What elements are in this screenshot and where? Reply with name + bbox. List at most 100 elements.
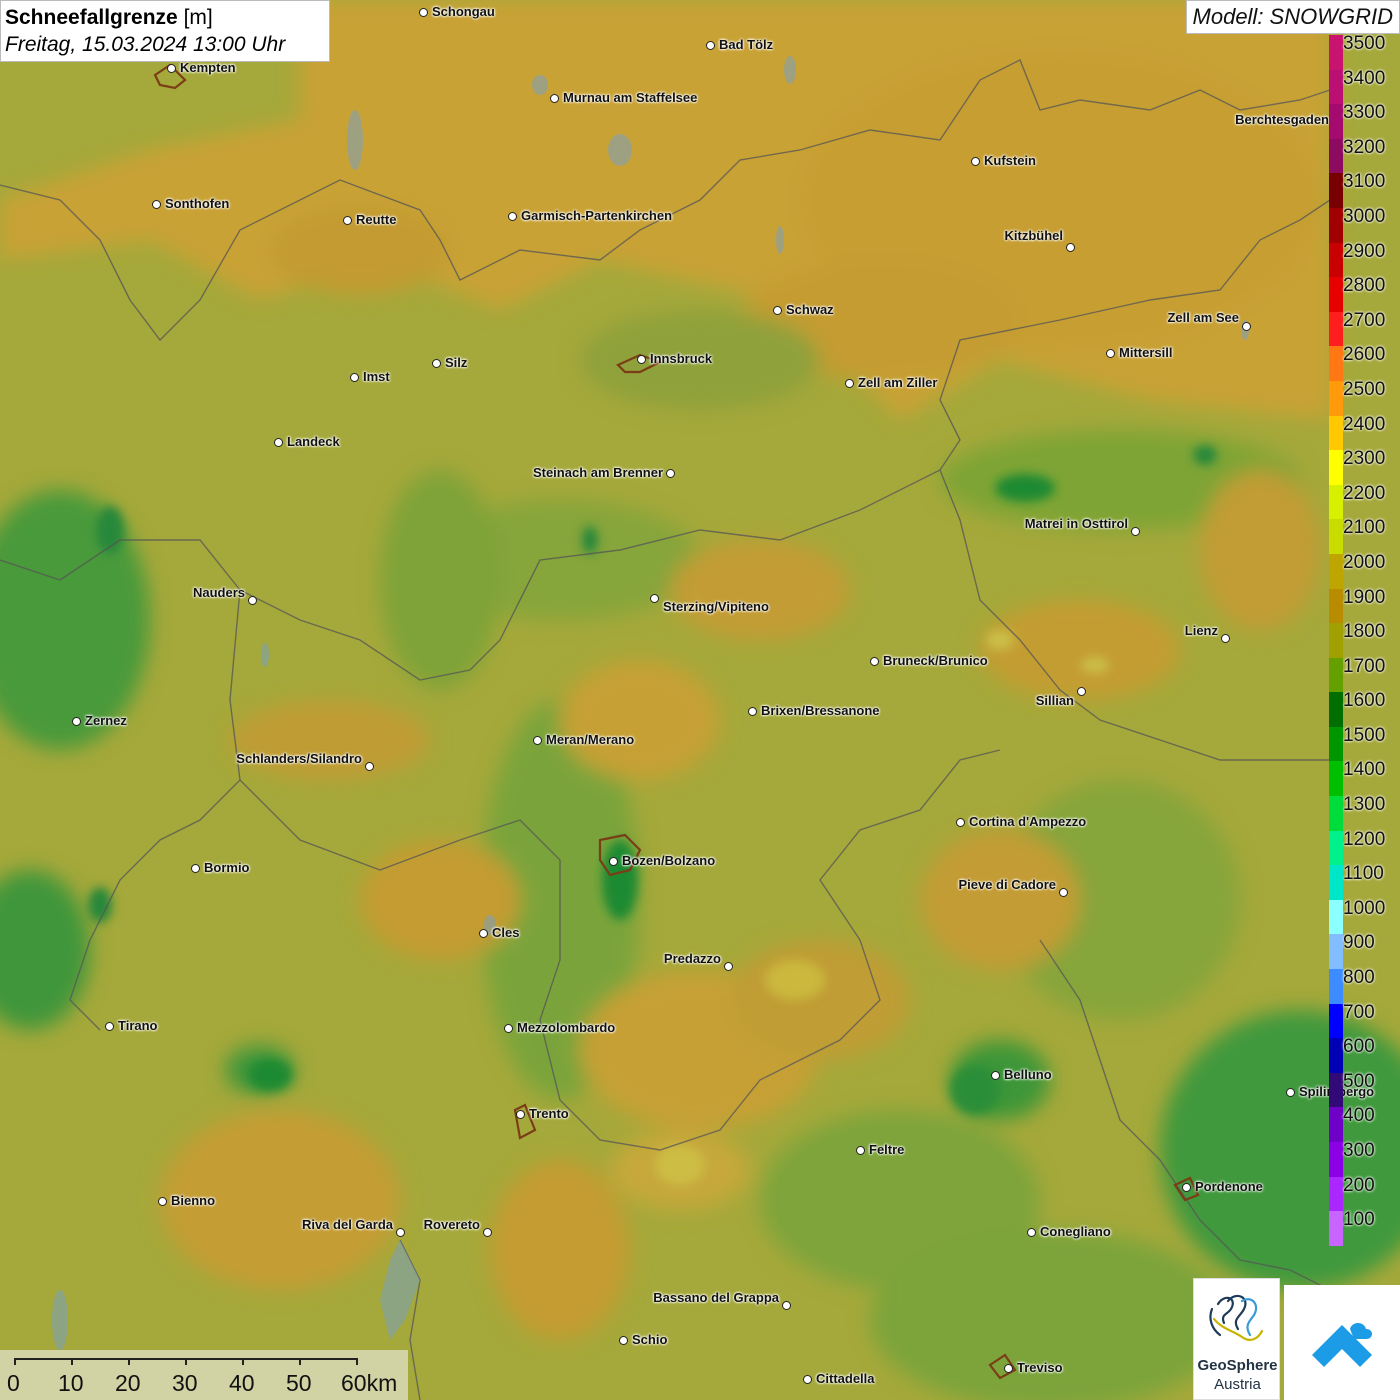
city-dot-icon bbox=[550, 94, 559, 103]
legend-label: 2500 bbox=[1343, 378, 1386, 400]
city-dot-icon bbox=[991, 1071, 1000, 1080]
city-label: Mezzolombardo bbox=[517, 1020, 616, 1035]
city-dot-icon bbox=[748, 707, 757, 716]
legend-row: 2000 bbox=[1329, 551, 1400, 589]
city-label: Cittadella bbox=[816, 1371, 875, 1386]
logo-text: GeoSphere bbox=[1197, 1357, 1278, 1374]
city-label: Bienno bbox=[171, 1193, 216, 1208]
scale-tick bbox=[299, 1358, 301, 1365]
city-dot-icon bbox=[724, 962, 733, 971]
city-label: Mittersill bbox=[1119, 345, 1173, 360]
legend-label: 1800 bbox=[1343, 621, 1386, 643]
legend-row: 300 bbox=[1329, 1141, 1400, 1177]
city-dot-icon bbox=[609, 857, 618, 866]
scale-label: 60km bbox=[341, 1370, 398, 1396]
legend-swatch bbox=[1329, 969, 1343, 1004]
city-dot-icon bbox=[1221, 634, 1230, 643]
city-label: Cortina d'Ampezzo bbox=[969, 814, 1087, 829]
legend-swatch bbox=[1329, 761, 1343, 797]
legend-row: 600 bbox=[1329, 1037, 1400, 1073]
city-label: Rovereto bbox=[423, 1217, 480, 1232]
legend-swatch bbox=[1329, 242, 1343, 278]
legend-row: 2400 bbox=[1329, 413, 1400, 451]
city-label: Belluno bbox=[1004, 1067, 1052, 1082]
city-dot-icon bbox=[803, 1375, 812, 1384]
scale-label: 0 bbox=[7, 1370, 20, 1396]
city-dot-icon bbox=[956, 818, 965, 827]
scale-label: 30 bbox=[172, 1370, 198, 1396]
legend-swatch bbox=[1329, 138, 1343, 174]
legend-swatch bbox=[1329, 415, 1343, 451]
city-dot-icon bbox=[167, 64, 176, 73]
snowfall-line-map[interactable]: Schneefallgrenze [m] Freitag, 15.03.2024… bbox=[0, 0, 1400, 1400]
scale-tick bbox=[185, 1358, 187, 1365]
city-dot-icon bbox=[1077, 687, 1086, 696]
city-dot-icon bbox=[479, 929, 488, 938]
city-dot-icon bbox=[508, 212, 517, 221]
legend-label: 2000 bbox=[1343, 551, 1386, 573]
legend-label: 3000 bbox=[1343, 205, 1386, 227]
legend-swatch bbox=[1329, 519, 1343, 554]
model-label: Modell: SNOWGRID bbox=[1185, 0, 1400, 34]
city-dot-icon bbox=[1182, 1183, 1191, 1192]
legend-label: 3100 bbox=[1343, 171, 1386, 193]
legend-swatch bbox=[1329, 380, 1343, 416]
city-dot-icon bbox=[516, 1110, 525, 1119]
scale-tick bbox=[14, 1358, 16, 1365]
legend-row: 1400 bbox=[1329, 760, 1400, 797]
legend-row: 3300 bbox=[1329, 103, 1400, 139]
city-dot-icon bbox=[870, 657, 879, 666]
legend-row: 400 bbox=[1329, 1105, 1400, 1142]
city-label: Nauders bbox=[192, 585, 245, 600]
legend-label: 2600 bbox=[1343, 344, 1386, 366]
legend-label: 2200 bbox=[1343, 482, 1386, 504]
city-label: Schongau bbox=[432, 4, 495, 19]
city-label: Sonthofen bbox=[165, 196, 230, 211]
city-dot-icon bbox=[650, 594, 659, 603]
city-label: Imst bbox=[363, 369, 390, 384]
legend-swatch bbox=[1329, 311, 1343, 347]
city-dot-icon bbox=[706, 41, 715, 50]
map-title: Schneefallgrenze [m] bbox=[5, 4, 325, 32]
legend-swatch bbox=[1329, 1176, 1343, 1212]
legend-swatch bbox=[1329, 1003, 1343, 1039]
city-label: Garmisch-Partenkirchen bbox=[521, 208, 673, 223]
app-logo[interactable] bbox=[1284, 1285, 1400, 1400]
city-dot-icon bbox=[533, 736, 542, 745]
legend-swatch bbox=[1329, 623, 1343, 658]
legend-row: 500 bbox=[1329, 1071, 1400, 1108]
city-label: Schio bbox=[632, 1332, 668, 1347]
city-label: Meran/Merano bbox=[546, 732, 635, 747]
legend-row: 2200 bbox=[1329, 482, 1400, 520]
legend-label: 2100 bbox=[1343, 517, 1386, 539]
legend-label: 1300 bbox=[1343, 794, 1386, 816]
legend-label: 2400 bbox=[1343, 413, 1386, 435]
city-dot-icon bbox=[856, 1146, 865, 1155]
city-label: Schwaz bbox=[786, 302, 834, 317]
city-dot-icon bbox=[72, 717, 81, 726]
scale-tick bbox=[71, 1358, 73, 1365]
legend-row: 700 bbox=[1329, 1002, 1400, 1039]
scale-tick bbox=[242, 1358, 244, 1365]
legend-swatch bbox=[1329, 865, 1343, 900]
legend-swatch bbox=[1329, 69, 1343, 105]
legend-row: 3000 bbox=[1329, 205, 1400, 243]
city-dot-icon bbox=[1027, 1228, 1036, 1237]
city-dot-icon bbox=[845, 379, 854, 388]
city-label: Bad Tölz bbox=[719, 37, 774, 52]
legend-label: 900 bbox=[1343, 932, 1375, 954]
city-dot-icon bbox=[191, 864, 200, 873]
legend-swatch bbox=[1329, 1038, 1343, 1073]
legend-row: 2500 bbox=[1329, 378, 1400, 416]
legend-label: 1700 bbox=[1343, 655, 1386, 677]
logo-subtext: Austria bbox=[1214, 1376, 1261, 1393]
city-label: Predazzo bbox=[663, 951, 721, 966]
legend-label: 2900 bbox=[1343, 240, 1386, 262]
city-label: Trento bbox=[529, 1106, 569, 1121]
geosphere-austria-logo[interactable]: GeoSphere Austria bbox=[1193, 1278, 1280, 1400]
city-label: Bruneck/Brunico bbox=[883, 653, 988, 668]
legend-swatch bbox=[1329, 1107, 1343, 1142]
legend-swatch bbox=[1329, 346, 1343, 381]
legend-label: 400 bbox=[1343, 1105, 1375, 1127]
legend-row: 1800 bbox=[1329, 621, 1400, 658]
